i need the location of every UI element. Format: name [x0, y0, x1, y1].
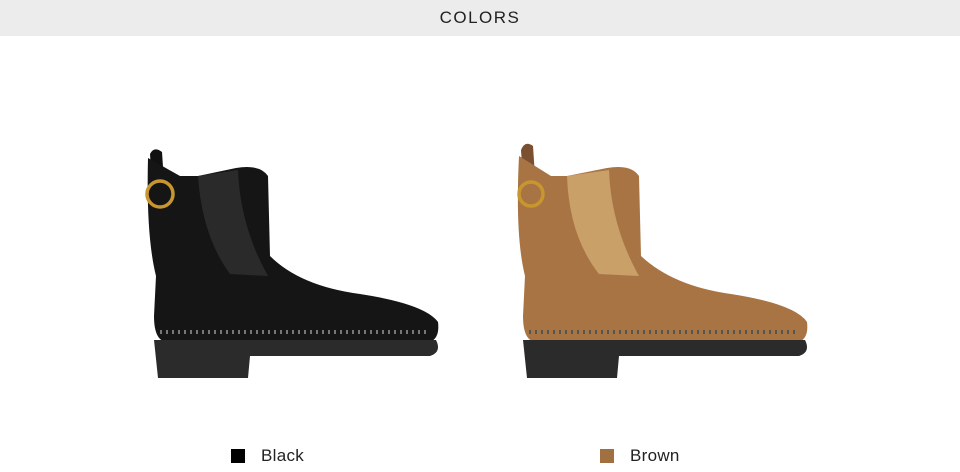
page-title: COLORS: [439, 8, 521, 27]
color-option-brown[interactable]: Brown: [600, 446, 680, 466]
black-boot-suede: [147, 158, 439, 342]
black-chelsea-boot-image[interactable]: [140, 146, 440, 416]
brown-chelsea-boot-image[interactable]: [507, 140, 808, 410]
brown-boot-suede: [517, 156, 808, 342]
brown-boot-sole: [523, 340, 807, 378]
product-colors-stage: Black Brown: [0, 36, 960, 472]
color-label-black: Black: [261, 446, 305, 465]
color-label-brown: Brown: [630, 446, 680, 465]
brown-swatch: [600, 449, 614, 463]
brown-boot-drawing: [517, 143, 808, 378]
black-swatch: [231, 449, 245, 463]
black-boot-sole: [154, 340, 438, 378]
colors-header-band: COLORS: [0, 0, 960, 36]
black-boot-drawing: [145, 149, 439, 378]
color-option-black[interactable]: Black: [231, 446, 304, 466]
